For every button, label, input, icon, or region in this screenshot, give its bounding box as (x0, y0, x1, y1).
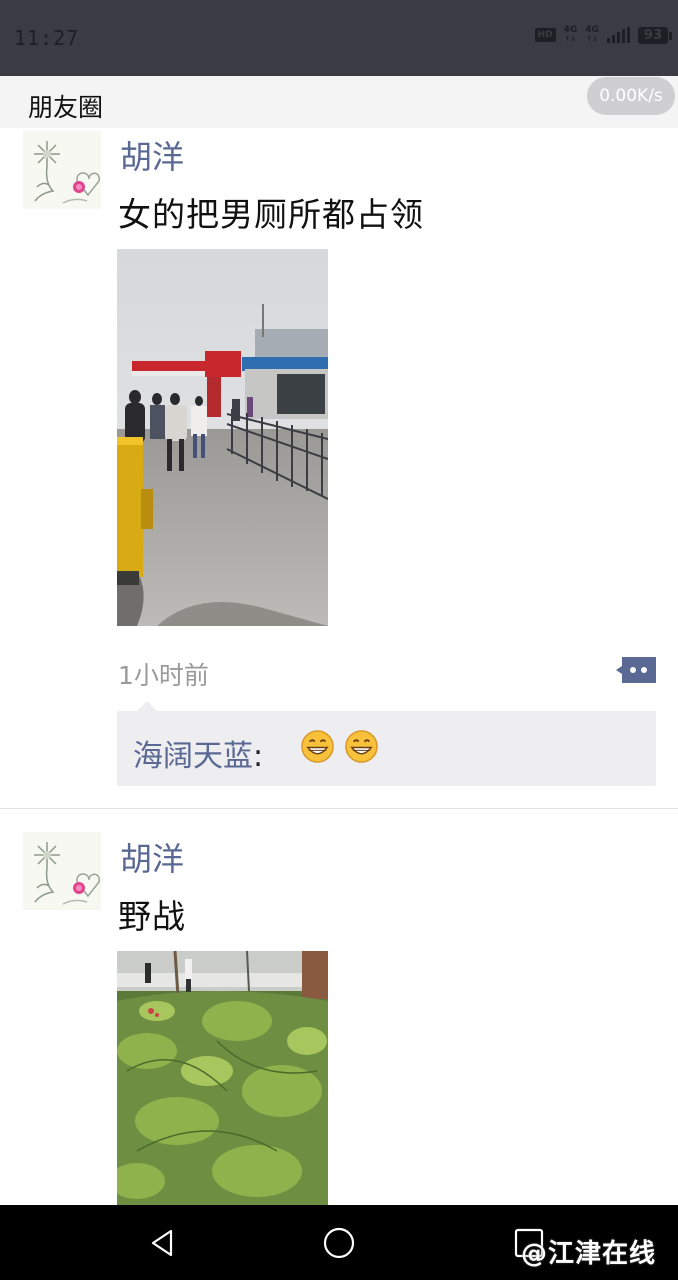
moment-post: 胡洋 女的把男厕所都占领 1小时前 海阔天蓝: (0, 128, 678, 808)
avatar[interactable] (23, 131, 101, 209)
grinning-emoji-icon (301, 730, 334, 763)
home-icon[interactable] (321, 1225, 357, 1261)
post-text: 野战 (118, 897, 186, 936)
post-divider (0, 808, 678, 809)
grinning-emoji-icon (345, 730, 378, 763)
status-time: 11:27 (14, 26, 80, 50)
system-nav-bar: @江津在线 (0, 1205, 678, 1280)
watermark: @江津在线 (520, 1239, 656, 1269)
back-icon[interactable] (145, 1225, 181, 1261)
network-label-2: 4G (585, 25, 599, 35)
signal-icon (606, 27, 630, 43)
post-author[interactable]: 胡洋 (120, 834, 184, 880)
hd-icon: HD (534, 28, 556, 42)
network-label: 4G (563, 25, 578, 35)
moment-post: 胡洋 野战 (0, 830, 678, 1205)
more-actions-button[interactable] (616, 657, 656, 683)
post-photo[interactable] (117, 249, 328, 626)
battery-icon: 93 (637, 26, 673, 44)
network-4g-icon-2: 4G ↑↓ (585, 25, 599, 44)
page-title: 朋友圈 (28, 93, 104, 122)
commenter-name[interactable]: 海阔天蓝 (133, 739, 253, 774)
status-bar: 11:27 HD 4G ↑↓ 4G ↑↓ 93 (0, 0, 678, 76)
network-speed-badge: 0.00K/s (587, 77, 675, 115)
post-text: 女的把男厕所都占领 (118, 195, 424, 234)
comment-dots-icon (616, 657, 656, 683)
post-author[interactable]: 胡洋 (120, 132, 184, 178)
comment-item[interactable]: 海阔天蓝: (133, 731, 263, 775)
network-4g-icon: 4G ↑↓ (563, 25, 578, 44)
comment-colon: : (253, 739, 264, 774)
avatar[interactable] (23, 832, 101, 910)
moments-header: 朋友圈 (0, 76, 678, 128)
status-icons: HD 4G ↑↓ 4G ↑↓ 93 (534, 25, 673, 44)
post-timestamp: 1小时前 (118, 661, 209, 690)
post-photo[interactable] (117, 951, 328, 1205)
comment-list: 海阔天蓝: (117, 701, 656, 786)
